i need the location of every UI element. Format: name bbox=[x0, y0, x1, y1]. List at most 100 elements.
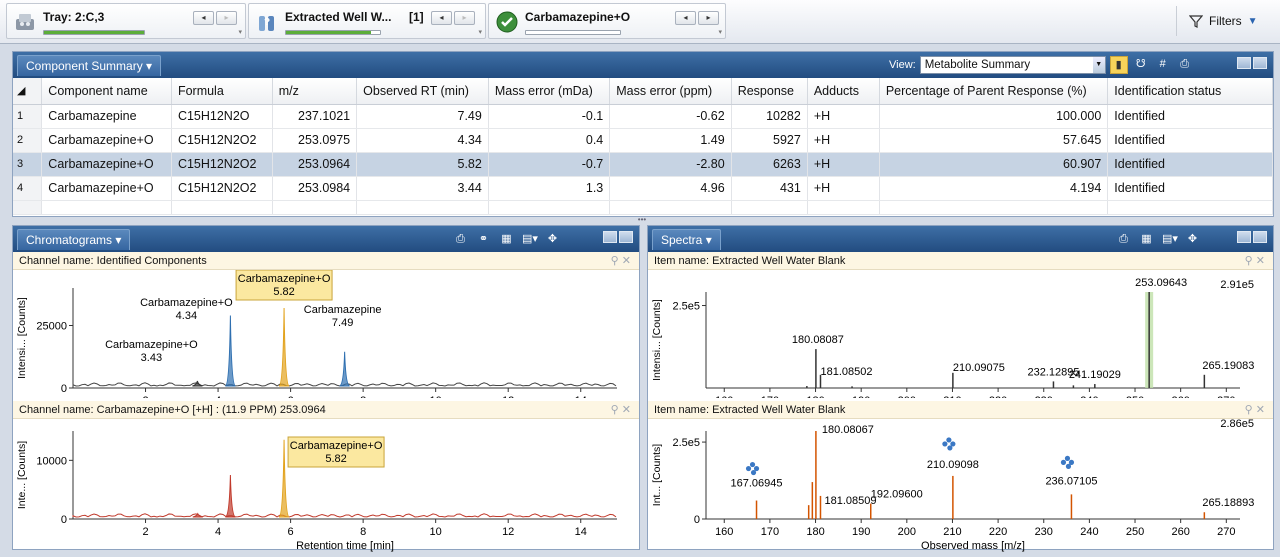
layout-icon[interactable]: ▤▾ bbox=[522, 232, 538, 246]
layout-icon[interactable]: ▤▾ bbox=[1162, 232, 1178, 246]
spec-minimize-button[interactable] bbox=[1237, 231, 1251, 243]
table-row[interactable]: 1 Carbamazepine C15H12N2O 237.1021 7.49 -0.1-… bbox=[13, 104, 1273, 129]
item-selector[interactable]: ? Extracted Well W... [1] ◂ ▸ ▾ bbox=[248, 3, 486, 39]
column-header[interactable]: Mass error (mDa) bbox=[488, 78, 611, 105]
column-header[interactable]: Observed RT (min) bbox=[356, 78, 489, 105]
column-header[interactable]: m/z bbox=[272, 78, 358, 105]
spec-top-item: Item name: Extracted Well Water Blank bbox=[654, 255, 846, 267]
tray-label: Tray: 2:C,3 bbox=[43, 10, 105, 24]
cell-mda: -0.7 bbox=[488, 152, 611, 177]
spec-bottom-item: Item name: Extracted Well Water Blank bbox=[654, 404, 846, 416]
tray-dropdown-icon[interactable]: ▾ bbox=[238, 28, 242, 36]
tray-next-button[interactable]: ▸ bbox=[216, 11, 237, 25]
cell-rt: 5.82 bbox=[356, 152, 489, 177]
chromatograms-tab[interactable]: Chromatograms ▾ bbox=[17, 229, 131, 250]
item-next-button[interactable]: ▸ bbox=[454, 11, 475, 25]
table-row[interactable]: 3 Carbamazepine+O C15H12N2O2 253.0964 5.82 -0… bbox=[13, 152, 1273, 177]
component-selector[interactable]: Carbamazepine+O ◂ ▸ ▾ bbox=[488, 3, 726, 39]
cell-resp: 10282 bbox=[731, 104, 808, 129]
component-dropdown-icon[interactable]: ▾ bbox=[718, 28, 722, 36]
export-icon[interactable]: ⎙ bbox=[1116, 232, 1131, 246]
pin-close-icon[interactable]: ⚲ ✕ bbox=[1245, 401, 1265, 419]
x-tick-label: 170 bbox=[761, 526, 779, 538]
tray-selector[interactable]: Tray: 2:C,3 ◂ ▸ ▾ bbox=[6, 3, 246, 39]
peak-mz-label: 265.19083 bbox=[1202, 360, 1254, 372]
chrom-minimize-button[interactable] bbox=[603, 231, 617, 243]
spectra-panel: Spectra ▾ ⎙ ▦ ▤▾ ✥ Item name: Extracted … bbox=[647, 225, 1274, 553]
view-dropdown[interactable]: Metabolite Summary ▼ bbox=[919, 56, 1106, 74]
component-summary-header: Component Summary ▾ View: Metabolite Sum… bbox=[13, 52, 1273, 78]
row-number[interactable]: 2 bbox=[13, 128, 43, 153]
baseline-trace bbox=[72, 513, 617, 518]
x-tick-label: 190 bbox=[852, 526, 870, 538]
x-tick-label: 12 bbox=[502, 526, 514, 538]
bar-view-icon[interactable]: ▮ bbox=[1109, 56, 1128, 74]
item-progress bbox=[285, 30, 381, 35]
structure-view-icon[interactable]: ☋ bbox=[1132, 56, 1150, 74]
chrom-bottom-plot[interactable]: 2 4 6 8 10 12 14 0 10000 Inte... [Counts] Retentio… bbox=[13, 419, 639, 553]
structure-icon bbox=[749, 461, 756, 468]
table-row[interactable]: 2 Carbamazepine+O C15H12N2O2 253.0975 4.34 0.… bbox=[13, 128, 1273, 153]
row-number[interactable]: 1 bbox=[13, 104, 43, 129]
column-header[interactable]: Response bbox=[731, 78, 808, 105]
row-number[interactable]: 3 bbox=[13, 152, 43, 177]
column-header[interactable]: Mass error (ppm) bbox=[609, 78, 732, 105]
cell-adduct: +H bbox=[807, 176, 880, 201]
tray-prev-button[interactable]: ◂ bbox=[193, 11, 214, 25]
peak-label-rt: 3.43 bbox=[141, 352, 162, 364]
item-prev-button[interactable]: ◂ bbox=[431, 11, 452, 25]
component-label: Carbamazepine+O bbox=[525, 10, 631, 24]
peak bbox=[224, 315, 236, 387]
spec-top-plot[interactable]: 160 170 180 190 200 210 220 230 240 250 260 270 2.5e… bbox=[648, 270, 1273, 407]
table-icon[interactable]: ▦ bbox=[1139, 232, 1154, 246]
pin-close-icon[interactable]: ⚲ ✕ bbox=[1245, 252, 1265, 270]
y-tick-label: 10000 bbox=[36, 455, 67, 467]
table-row[interactable]: 4 Carbamazepine+O C15H12N2O2 253.0984 3.44 1.… bbox=[13, 176, 1273, 201]
column-header[interactable]: Adducts bbox=[807, 78, 880, 105]
max-intensity-label: 2.91e5 bbox=[1220, 279, 1254, 291]
cell-ppm: 1.49 bbox=[609, 128, 732, 153]
column-header[interactable]: Component name bbox=[41, 78, 172, 105]
row-number[interactable]: 4 bbox=[13, 176, 43, 201]
table-icon[interactable]: ▦ bbox=[499, 232, 514, 246]
column-header[interactable]: Identification status bbox=[1107, 78, 1273, 105]
cell-formula: C15H12N2O2 bbox=[171, 128, 273, 153]
export-icon[interactable]: ⎙ bbox=[453, 232, 468, 246]
column-header[interactable]: Formula bbox=[171, 78, 273, 105]
pin-close-icon[interactable]: ⚲ ✕ bbox=[611, 401, 631, 419]
spec-bottom-plot[interactable]: 160 170 180 190 200 210 220 230 240 250 260 270 0 2.5… bbox=[648, 418, 1273, 553]
hash-view-icon[interactable]: # bbox=[1154, 56, 1172, 74]
pin-close-icon[interactable]: ⚲ ✕ bbox=[611, 252, 631, 270]
column-header[interactable]: Percentage of Parent Response (%) bbox=[879, 78, 1109, 105]
peak-label: Carbamazepine+O bbox=[238, 273, 331, 285]
x-tick-label: 210 bbox=[943, 526, 961, 538]
peak bbox=[339, 351, 350, 387]
spectra-tab[interactable]: Spectra ▾ bbox=[652, 229, 721, 250]
x-tick-label: 12 bbox=[502, 395, 514, 398]
peak bbox=[225, 474, 236, 518]
chrom-top-plot[interactable]: 2 4 6 8 10 12 14 0 25000 Intensi... [Counts] Carba… bbox=[13, 269, 639, 407]
pan-icon[interactable]: ✥ bbox=[545, 232, 560, 246]
component-prev-button[interactable]: ◂ bbox=[675, 11, 696, 25]
spec-maximize-button[interactable] bbox=[1253, 231, 1267, 243]
x-tick-label: 6 bbox=[288, 395, 294, 398]
filters-button[interactable]: Filters ▼ bbox=[1176, 6, 1272, 36]
component-progress bbox=[525, 30, 621, 35]
pan-icon[interactable]: ✥ bbox=[1185, 232, 1200, 246]
maximize-button[interactable] bbox=[1253, 57, 1267, 69]
splitter-handle[interactable]: ••• bbox=[630, 216, 654, 224]
minimize-button[interactable] bbox=[1237, 57, 1251, 69]
export-view-icon[interactable]: ⎙ bbox=[1176, 56, 1194, 74]
chrom-maximize-button[interactable] bbox=[619, 231, 633, 243]
chromatograms-header: Chromatograms ▾ ⎙ ⚭ ▦ ▤▾ ✥ bbox=[13, 226, 639, 252]
link-icon[interactable]: ⚭ bbox=[476, 232, 491, 246]
item-dropdown-icon[interactable]: ▾ bbox=[478, 28, 482, 36]
cell-mda: 0.4 bbox=[488, 128, 611, 153]
component-summary-tab[interactable]: Component Summary ▾ bbox=[17, 55, 162, 76]
cell-adduct: +H bbox=[807, 128, 880, 153]
x-tick-label: 4 bbox=[215, 526, 221, 538]
chevron-down-icon[interactable]: ▼ bbox=[1092, 57, 1105, 73]
x-tick-label: 160 bbox=[715, 526, 733, 538]
cell-pct: 100.000 bbox=[879, 104, 1109, 129]
component-next-button[interactable]: ▸ bbox=[698, 11, 719, 25]
